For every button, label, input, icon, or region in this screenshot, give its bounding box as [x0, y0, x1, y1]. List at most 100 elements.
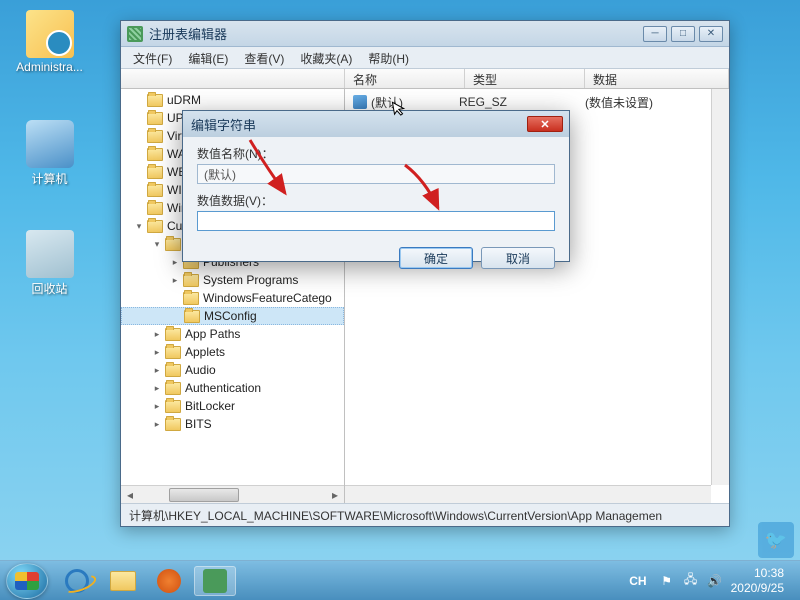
list-horizontal-scrollbar[interactable]: [345, 485, 711, 503]
tree-node[interactable]: ▸ BitLocker: [121, 397, 344, 415]
tray-network-icon[interactable]: 🖧: [683, 573, 699, 589]
tray-volume-icon[interactable]: 🔊: [707, 573, 723, 589]
taskbar-wmp[interactable]: [148, 566, 190, 596]
folder-icon: [147, 166, 163, 179]
expand-icon[interactable]: ▸: [151, 364, 163, 376]
expand-icon: [133, 184, 145, 196]
minimize-button[interactable]: ─: [643, 26, 667, 42]
language-indicator[interactable]: CH: [625, 573, 650, 589]
desktop-icon-label: 计算机: [12, 170, 87, 187]
dialog-title: 编辑字符串: [189, 115, 527, 134]
tree-node[interactable]: WindowsFeatureCatego: [121, 289, 344, 307]
titlebar[interactable]: 注册表编辑器 ─ □ ✕: [121, 21, 729, 47]
value-name-label: 数值名称(N)：: [197, 145, 555, 162]
folder-icon: [165, 382, 181, 395]
tree-node[interactable]: ▸System Programs: [121, 271, 344, 289]
expand-icon: [133, 94, 145, 106]
taskbar-ie[interactable]: [56, 566, 98, 596]
tree-node-label: BITS: [185, 417, 212, 431]
expand-icon[interactable]: ▾: [133, 220, 145, 232]
scroll-thumb[interactable]: [169, 488, 239, 502]
list-row[interactable]: (默认) REG_SZ (数值未设置): [353, 93, 721, 111]
scroll-right-arrow-icon[interactable]: ▸: [326, 487, 344, 503]
expand-icon: [170, 310, 182, 322]
folder-icon: [165, 400, 181, 413]
tree-horizontal-scrollbar[interactable]: ◂ ▸: [121, 485, 344, 503]
expand-icon[interactable]: ▸: [151, 382, 163, 394]
reg-string-icon: [353, 95, 367, 109]
watermark-icon: 🐦: [758, 522, 794, 558]
menu-file[interactable]: 文件(F): [125, 47, 180, 68]
watermark: 🐦: [758, 522, 794, 558]
tree-node-label: MSConfig: [204, 309, 257, 323]
column-name[interactable]: 名称: [345, 69, 465, 88]
folder-icon: [165, 328, 181, 341]
value-name-input[interactable]: [197, 164, 555, 184]
taskbar-explorer[interactable]: [102, 566, 144, 596]
tree-node[interactable]: MSConfig: [121, 307, 344, 325]
wmp-icon: [157, 569, 181, 593]
computer-icon: [26, 120, 74, 168]
menu-favorites[interactable]: 收藏夹(A): [292, 47, 360, 68]
menu-help[interactable]: 帮助(H): [360, 47, 417, 68]
tree-node-label: Audio: [185, 363, 216, 377]
edit-string-dialog: 编辑字符串 ✕ 数值名称(N)： 数值数据(V)： 确定 取消: [182, 110, 570, 262]
desktop-icon-administrator[interactable]: Administra...: [12, 10, 87, 74]
value-type: REG_SZ: [459, 95, 579, 109]
expand-icon[interactable]: ▸: [151, 418, 163, 430]
expand-icon: [133, 130, 145, 142]
maximize-button[interactable]: □: [671, 26, 695, 42]
tree-node[interactable]: ▸App Paths: [121, 325, 344, 343]
cancel-button[interactable]: 取消: [481, 247, 555, 269]
expand-icon[interactable]: ▸: [151, 346, 163, 358]
value-name: (默认): [371, 94, 403, 111]
folder-icon: [147, 184, 163, 197]
statusbar-path: 计算机\HKEY_LOCAL_MACHINE\SOFTWARE\Microsof…: [121, 503, 729, 525]
desktop-icon-computer[interactable]: 计算机: [12, 120, 87, 187]
expand-icon[interactable]: ▸: [151, 328, 163, 340]
scroll-left-arrow-icon[interactable]: ◂: [121, 487, 139, 503]
value-data-input[interactable]: [197, 211, 555, 231]
window-title: 注册表编辑器: [149, 24, 643, 43]
regedit-window: 注册表编辑器 ─ □ ✕ 文件(F) 编辑(E) 查看(V) 收藏夹(A) 帮助…: [120, 20, 730, 527]
taskbar-regedit[interactable]: [194, 566, 236, 596]
dialog-close-button[interactable]: ✕: [527, 116, 563, 132]
folder-icon: [147, 112, 163, 125]
expand-icon[interactable]: ▸: [169, 274, 181, 286]
expand-icon: [169, 292, 181, 304]
expand-icon: [133, 148, 145, 160]
expand-icon[interactable]: ▸: [151, 400, 163, 412]
tray-flag-icon[interactable]: ⚑: [659, 573, 675, 589]
column-data[interactable]: 数据: [585, 69, 729, 88]
tree-node-label: BitLocker: [185, 399, 235, 413]
tree-node[interactable]: ▸Authentication: [121, 379, 344, 397]
tree-node-label: uDRM: [167, 93, 201, 107]
column-type[interactable]: 类型: [465, 69, 585, 88]
desktop-icon-recycle-bin[interactable]: 回收站: [12, 230, 87, 297]
menu-edit[interactable]: 编辑(E): [180, 47, 236, 68]
expand-icon[interactable]: ▸: [169, 256, 181, 268]
tree-node[interactable]: ▸ Applets: [121, 343, 344, 361]
tree-node-label: Applets: [185, 345, 225, 359]
ok-button[interactable]: 确定: [399, 247, 473, 269]
folder-icon: [147, 130, 163, 143]
menu-view[interactable]: 查看(V): [236, 47, 292, 68]
folder-icon: [183, 292, 199, 305]
user-folder-icon: [26, 10, 74, 58]
folder-icon: [183, 274, 199, 287]
expand-icon: [133, 112, 145, 124]
folder-icon: [147, 148, 163, 161]
folder-icon: [165, 346, 181, 359]
clock-date: 2020/9/25: [731, 581, 784, 595]
expand-icon[interactable]: ▾: [151, 238, 163, 250]
folder-icon: [147, 94, 163, 107]
close-button[interactable]: ✕: [699, 26, 723, 42]
tree-node[interactable]: uDRM: [121, 91, 344, 109]
dialog-titlebar[interactable]: 编辑字符串 ✕: [183, 111, 569, 137]
list-vertical-scrollbar[interactable]: [711, 89, 729, 485]
tray-clock[interactable]: 10:38 2020/9/25: [731, 566, 784, 595]
regedit-icon: [203, 569, 227, 593]
start-button[interactable]: [6, 563, 48, 599]
tree-node[interactable]: ▸ Audio: [121, 361, 344, 379]
tree-node[interactable]: ▸ BITS: [121, 415, 344, 433]
